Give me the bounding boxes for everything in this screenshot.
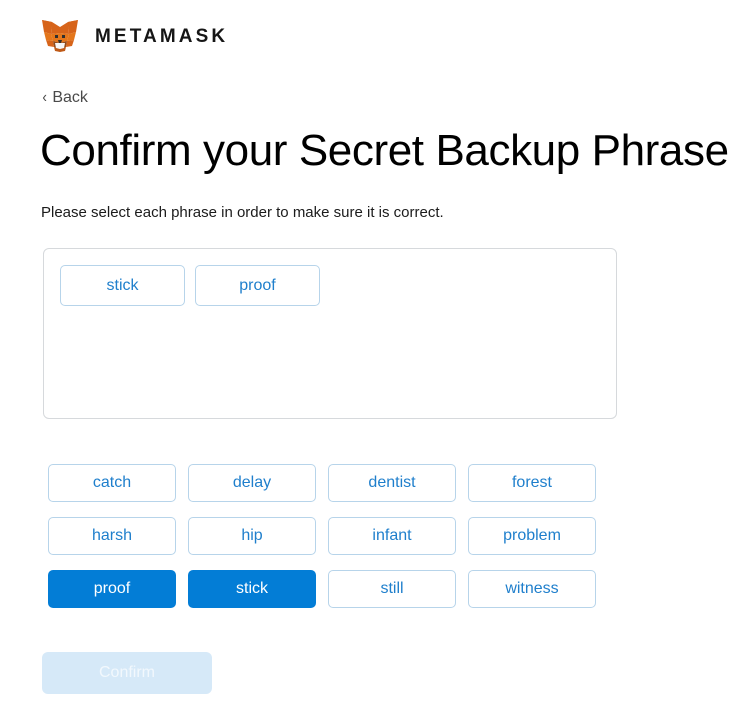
confirm-button[interactable]: Confirm [42,652,212,694]
metamask-fox-icon [41,18,79,54]
selected-word-chip[interactable]: proof [195,265,320,306]
word-bank-chip[interactable]: proof [48,570,176,608]
page-title: Confirm your Secret Backup Phrase [40,126,729,175]
word-bank-chip[interactable]: witness [468,570,596,608]
back-link[interactable]: ‹ Back [42,90,88,106]
word-bank-chip[interactable]: dentist [328,464,456,502]
word-bank-chip[interactable]: stick [188,570,316,608]
selected-phrase-dropzone[interactable]: stickproof [43,248,617,419]
word-bank-chip[interactable]: hip [188,517,316,555]
page-subtitle: Please select each phrase in order to ma… [41,203,444,223]
word-bank-chip[interactable]: infant [328,517,456,555]
word-bank-chip[interactable]: harsh [48,517,176,555]
word-bank-chip[interactable]: delay [188,464,316,502]
word-bank-chip[interactable]: problem [468,517,596,555]
brand-logo: METAMASK [41,17,228,55]
word-bank-chip[interactable]: catch [48,464,176,502]
word-bank-chip[interactable]: still [328,570,456,608]
selected-word-chip[interactable]: stick [60,265,185,306]
brand-wordmark: METAMASK [95,27,228,46]
word-bank-grid: catch delay dentist forest harsh hip infant pro… [48,464,596,608]
word-bank-chip[interactable]: forest [468,464,596,502]
selected-phrase-list: stickproof [60,265,600,306]
back-link-label: Back [52,90,88,106]
chevron-left-icon: ‹ [42,90,47,106]
